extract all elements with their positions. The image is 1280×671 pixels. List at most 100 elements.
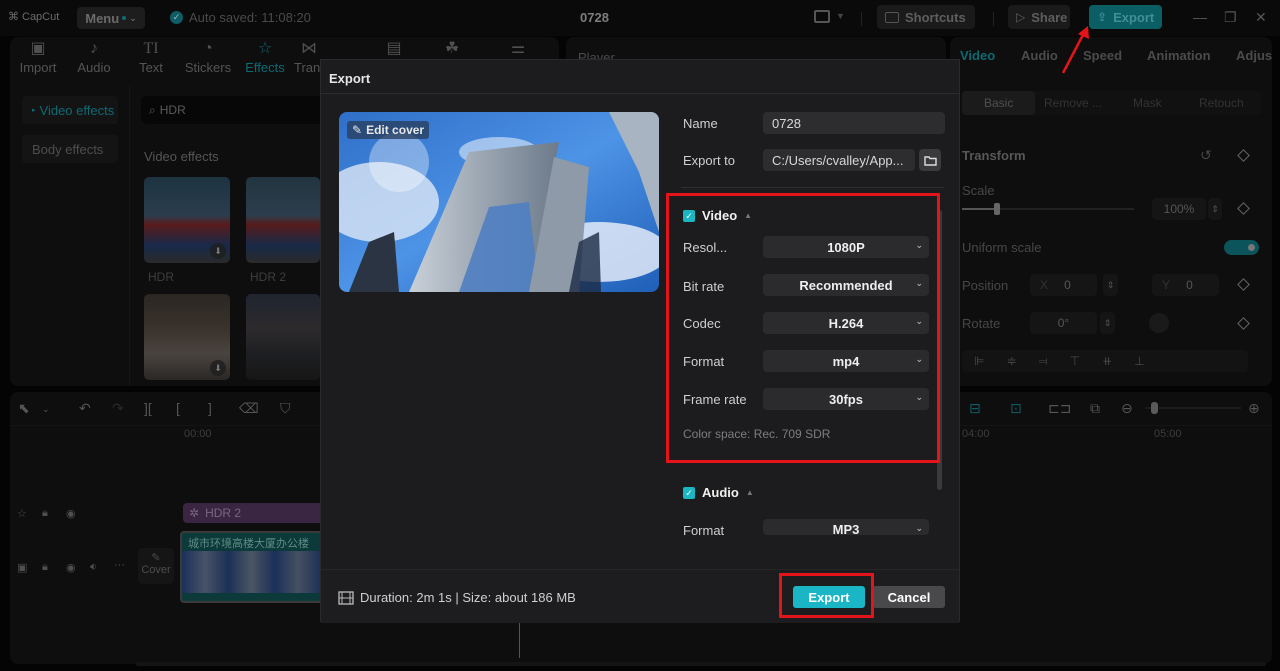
scale-slider[interactable]	[962, 203, 1134, 215]
keyboard-icon	[885, 11, 899, 23]
scale-slider-handle[interactable]	[994, 203, 1000, 215]
delete-icon[interactable]: ⌫	[239, 400, 259, 417]
zoom-in-icon[interactable]: ⊕	[1248, 400, 1260, 417]
rotate-stepper[interactable]: ⇕	[1100, 312, 1115, 334]
effect-thumbnail-3[interactable]: ⬇	[144, 294, 230, 380]
effects-search-input[interactable]: ⌕ HDR	[141, 96, 331, 124]
layout-icon[interactable]	[814, 10, 830, 23]
chevron-down-icon[interactable]: ⌄	[42, 404, 50, 415]
align-center-h-icon[interactable]: ≑	[1006, 354, 1016, 368]
tool-captions[interactable]: ▤	[366, 38, 422, 60]
lock-icon[interactable]: 🔒︎	[42, 507, 48, 520]
timeline-zoom-slider[interactable]	[1145, 402, 1241, 414]
position-y-input[interactable]: Y 0	[1152, 274, 1219, 296]
tool-label: Import	[19, 60, 57, 75]
tool-adjustment[interactable]: ⚌	[490, 38, 546, 60]
eye-icon[interactable]: ◉	[66, 507, 76, 520]
position-x-input[interactable]: X 0	[1030, 274, 1097, 296]
export-to-label: Export to	[683, 153, 736, 168]
category-video-effects[interactable]: ▸ Video effects	[22, 96, 118, 124]
rotate-input[interactable]: 0°	[1030, 312, 1097, 334]
undo-icon[interactable]: ↶	[79, 400, 91, 417]
name-input[interactable]: 0728	[763, 112, 945, 134]
menu-button[interactable]: Menu ⌄	[77, 7, 145, 29]
scale-slider-fill	[962, 208, 996, 210]
shortcuts-label: Shortcuts	[905, 9, 966, 25]
subtab-retouch[interactable]: Retouch	[1199, 96, 1244, 110]
shortcuts-button[interactable]: Shortcuts	[877, 5, 975, 29]
effect-track-icon: ☆	[17, 508, 27, 520]
lock-icon[interactable]: 🔒︎	[42, 561, 48, 574]
cancel-button[interactable]: Cancel	[873, 586, 945, 608]
audio-checkbox[interactable]: ✓	[683, 486, 695, 499]
uniform-scale-toggle[interactable]	[1224, 240, 1259, 255]
volume-icon[interactable]: 🔉︎	[90, 561, 97, 574]
align-bottom-icon[interactable]: ⊥	[1134, 354, 1144, 368]
export-path-input[interactable]: C:/Users/cvalley/App...	[763, 149, 915, 171]
effect-clip[interactable]: ✲ HDR 2	[183, 503, 323, 523]
ruler-tick-label: 05:00	[1154, 428, 1182, 440]
video-track-icon: ▣	[17, 562, 28, 574]
tool-effects[interactable]: ☆ Effects	[237, 38, 293, 75]
split-icon[interactable]: ][	[144, 400, 152, 416]
close-icon[interactable]: ✕	[1255, 9, 1267, 26]
rotate-dial[interactable]	[1149, 313, 1169, 333]
browse-folder-button[interactable]	[919, 149, 941, 171]
split-preview-icon[interactable]: ⊏⊐	[1048, 400, 1071, 417]
audio-format-select[interactable]: MP3 ⌄	[763, 519, 929, 535]
edit-cover-button[interactable]: ✎ Edit cover	[347, 121, 430, 139]
subtab-basic[interactable]: Basic	[962, 91, 1036, 115]
more-icon[interactable]: ···	[114, 559, 125, 571]
collapse-icon[interactable]: ▲	[746, 488, 754, 497]
split-right-icon[interactable]: ]	[208, 400, 212, 416]
auto-snap-icon[interactable]: ⊟	[969, 400, 981, 417]
subtab-remove[interactable]: Remove ...	[1044, 96, 1102, 110]
tab-audio[interactable]: Audio	[1021, 48, 1058, 63]
category-body-effects[interactable]: Body effects	[22, 135, 118, 163]
audio-format-value: MP3	[832, 522, 860, 535]
tool-stickers[interactable]: ◔ Stickers	[180, 38, 236, 75]
zoom-out-icon[interactable]: ⊖	[1121, 400, 1133, 417]
tab-animation[interactable]: Animation	[1147, 48, 1211, 63]
notification-dot	[122, 16, 127, 20]
split-left-icon[interactable]: [	[176, 400, 180, 416]
align-left-icon[interactable]: ⊫	[974, 354, 984, 368]
tab-adjust[interactable]: Adjus	[1236, 48, 1272, 63]
minimize-icon[interactable]: —	[1193, 9, 1207, 25]
playhead[interactable]	[519, 622, 520, 658]
subtab-mask[interactable]: Mask	[1133, 96, 1162, 110]
zoom-slider-handle[interactable]	[1151, 402, 1158, 414]
effect-thumbnail-hdr[interactable]: ⬇	[144, 177, 230, 263]
effect-thumbnail-hdr-2[interactable]	[246, 177, 320, 263]
scale-input[interactable]: 100%	[1152, 198, 1206, 220]
eye-icon[interactable]: ◉	[66, 561, 76, 574]
zoom-fit-icon[interactable]: ⧉	[1090, 400, 1100, 417]
audio-section-header[interactable]: ✓ Audio ▲	[683, 485, 754, 500]
tool-text[interactable]: TI Text	[123, 38, 179, 75]
position-x-stepper[interactable]: ⇕	[1103, 274, 1118, 296]
download-icon[interactable]: ⬇	[210, 243, 226, 259]
align-center-v-icon[interactable]: ⧺	[1102, 354, 1112, 368]
select-tool-icon[interactable]: ⬉	[18, 400, 30, 417]
redo-icon[interactable]: ↷	[112, 400, 124, 417]
download-icon[interactable]: ⬇	[210, 360, 226, 376]
video-clip[interactable]: 城市环境高楼大厦办公楼	[180, 531, 323, 603]
reset-icon[interactable]: ↺	[1200, 147, 1212, 164]
tool-import[interactable]: ▣ Import	[10, 38, 66, 75]
marker-icon[interactable]: ⛉	[280, 400, 291, 417]
tool-filters[interactable]: ☘	[424, 38, 480, 60]
timeline-scrollbar[interactable]	[136, 662, 1266, 666]
cover-preview[interactable]: ✎ Edit cover	[339, 112, 659, 292]
scale-stepper[interactable]: ⇕	[1208, 198, 1222, 220]
export-summary: Duration: 2m 1s | Size: about 186 MB	[338, 590, 576, 605]
tool-audio[interactable]: ♪ Audio	[66, 38, 122, 75]
restore-icon[interactable]: ❐	[1224, 9, 1237, 26]
caret-down-icon[interactable]: ▼	[836, 11, 845, 21]
cover-button[interactable]: ✎ Cover	[138, 548, 174, 584]
align-top-icon[interactable]: ⊤	[1070, 354, 1080, 368]
tab-video[interactable]: Video	[960, 48, 995, 63]
effect-thumbnail-4[interactable]	[246, 294, 320, 380]
export-top-button[interactable]: ⇪ Export	[1089, 5, 1162, 29]
align-right-icon[interactable]: ⫤	[1039, 354, 1048, 369]
link-icon[interactable]: ⊡	[1010, 400, 1022, 417]
